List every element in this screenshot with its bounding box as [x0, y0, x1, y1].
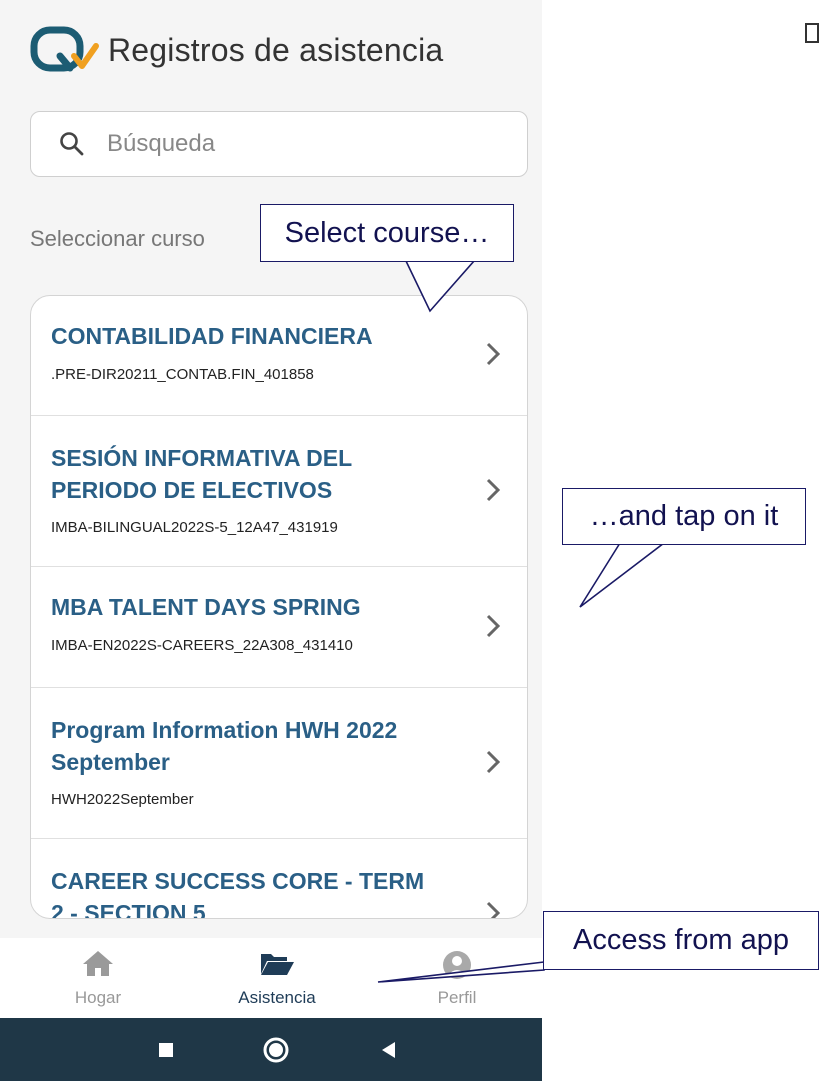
callout-access-from-app: Access from app: [543, 911, 819, 970]
callout-select-course: Select course…: [260, 204, 514, 262]
device-icon: [805, 23, 819, 43]
tap-pointer: [579, 542, 667, 608]
access-pointer: [377, 961, 545, 983]
select-course-pointer: [404, 260, 476, 313]
callout-tap-on-it: …and tap on it: [562, 488, 806, 545]
